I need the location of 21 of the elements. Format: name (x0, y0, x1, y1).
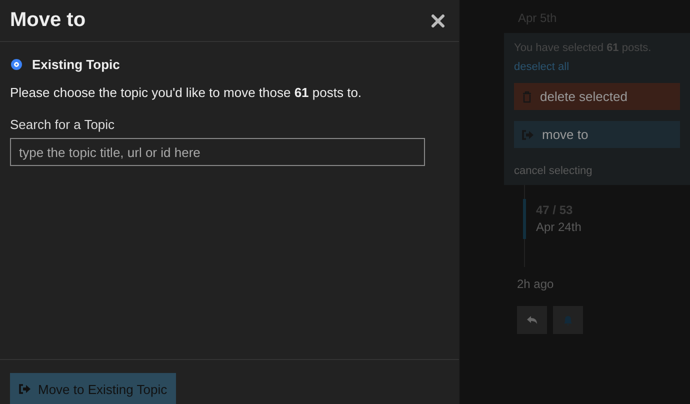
move-icon (522, 130, 534, 140)
deselect-link[interactable]: deselect all (514, 61, 680, 73)
delete-button[interactable]: delete selected (514, 83, 680, 110)
move-button[interactable]: Move to Existing Topic (10, 373, 176, 404)
bell-icon (563, 314, 573, 326)
reply-icon (526, 315, 538, 325)
modal-title: Move to (10, 9, 86, 32)
search-label: Search for a Topic (10, 117, 116, 132)
timeline-handle[interactable] (523, 199, 526, 239)
move-icon (19, 384, 31, 394)
move-button[interactable]: move to (514, 121, 680, 148)
timeline-date: Apr 24th (536, 220, 582, 234)
close-icon[interactable] (431, 14, 445, 28)
last-activity: 2h ago (517, 277, 555, 291)
radio-label: Existing Topic (32, 56, 120, 72)
reply-button[interactable] (517, 306, 547, 334)
search-field[interactable]: type the topic title, url or id here (10, 138, 425, 166)
instruction-text: Please choose the topic you'd like to move those 61 posts to. (10, 85, 363, 100)
cancel-link[interactable]: cancel selecting (514, 165, 680, 177)
trash-icon (522, 90, 532, 102)
radio-button[interactable] (11, 58, 22, 70)
